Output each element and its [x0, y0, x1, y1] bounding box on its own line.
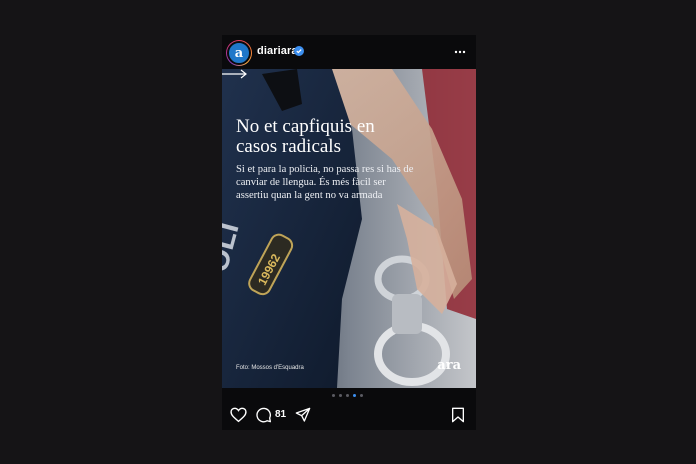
comment-count: 81 [275, 409, 287, 420]
subhead-line: Si et para la policia, no passa res si h… [236, 164, 414, 175]
more-horizontal-icon[interactable] [454, 50, 466, 54]
avatar-logo: a [227, 41, 251, 65]
headline-line: casos radicals [236, 136, 341, 157]
username[interactable]: diariara [257, 45, 298, 57]
post-header: a diariara [222, 35, 476, 69]
send-icon[interactable] [295, 407, 311, 423]
post-subheadline: Si et para la policia, no passa res si h… [236, 163, 432, 202]
heart-icon[interactable] [230, 407, 247, 423]
instagram-post: a diariara OLI 19962 No et capfiquis en … [222, 35, 476, 430]
avatar[interactable]: a [226, 40, 252, 66]
carousel-dot [339, 394, 342, 397]
verified-badge-icon [294, 46, 304, 56]
arrow-right-icon [222, 69, 247, 79]
subhead-line: assertiu quan la gent no va armada [236, 190, 383, 201]
post-headline: No et capfiquis en casos radicals [236, 117, 436, 157]
carousel-indicator [332, 394, 363, 397]
carousel-dot [346, 394, 349, 397]
carousel-dot [332, 394, 335, 397]
subhead-line: canviar de llengua. És més fàcil ser [236, 177, 386, 188]
headline-line: No et capfiquis en [236, 116, 375, 137]
comment-icon[interactable] [256, 407, 272, 423]
brand-logo: ara [437, 358, 461, 373]
photo-credit: Foto: Mossos d'Esquadra [236, 365, 304, 371]
bookmark-icon[interactable] [451, 407, 465, 423]
carousel-dot [360, 394, 363, 397]
post-actions: 81 [222, 405, 476, 427]
post-image[interactable]: OLI 19962 No et capfiquis en casos radic… [222, 69, 476, 388]
carousel-dot [353, 394, 356, 397]
